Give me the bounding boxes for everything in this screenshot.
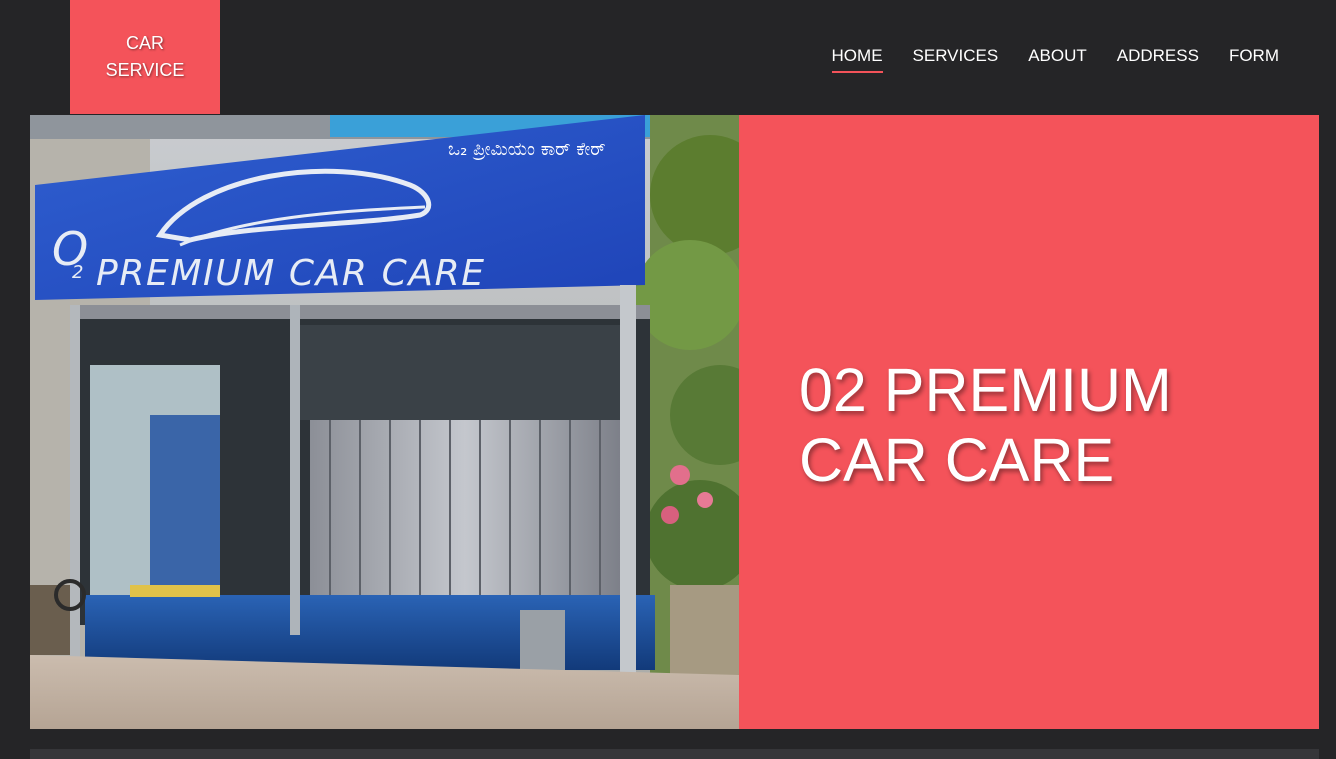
main-nav: HOME SERVICES ABOUT ADDRESS FORM xyxy=(831,46,1279,73)
hero-title-line-2: CAR CARE xyxy=(799,426,1115,494)
next-section-edge xyxy=(30,749,1319,759)
sign-kannada-text: ಒ₂ ಪ್ರೀಮಿಯಂ ಕಾರ್ ಕೇರ್ xyxy=(448,139,606,160)
hero-panel: 02 PREMIUM CAR CARE xyxy=(739,115,1319,729)
nav-home[interactable]: HOME xyxy=(831,46,883,73)
nav-form[interactable]: FORM xyxy=(1229,46,1279,72)
brand-line-1: CAR xyxy=(125,33,164,53)
brand-logo[interactable]: CAR SERVICE xyxy=(70,0,220,114)
sign-text: PREMIUM CAR CARE xyxy=(96,253,484,294)
storefront-photo: O 2 PREMIUM CAR CARE ಒ₂ ಪ್ರೀಮಿಯಂ ಕಾರ್ ಕೇ… xyxy=(30,115,739,729)
nav-address[interactable]: ADDRESS xyxy=(1117,46,1199,72)
nav-about[interactable]: ABOUT xyxy=(1028,46,1087,72)
svg-text:2: 2 xyxy=(72,262,83,283)
hero-title: 02 PREMIUM CAR CARE xyxy=(799,355,1172,495)
nav-services[interactable]: SERVICES xyxy=(913,46,999,72)
hero-title-line-1: 02 PREMIUM xyxy=(799,356,1172,424)
brand-line-2: SERVICE xyxy=(105,60,185,80)
